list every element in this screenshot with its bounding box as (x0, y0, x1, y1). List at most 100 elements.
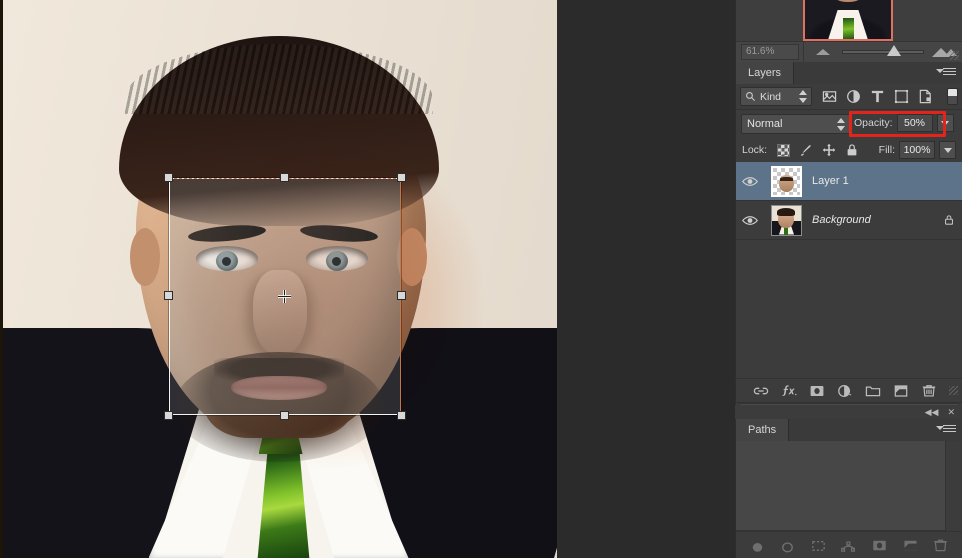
right-dock: 61.6% Layers Kind Normal Opacity: 50% Lo… (735, 0, 962, 558)
panel-menu-icon[interactable] (936, 425, 956, 435)
delete-path-icon[interactable] (932, 537, 949, 554)
opacity-group: Opacity: 50% (854, 114, 954, 132)
opacity-dropdown-chevron-down-icon[interactable] (936, 114, 954, 132)
eye-left (196, 246, 258, 271)
opacity-label: Opacity: (854, 117, 893, 129)
layer-visibility-toggle[interactable] (736, 176, 764, 187)
divider (803, 41, 804, 63)
opacity-field[interactable]: 50% (896, 114, 933, 132)
portrait-image (0, 0, 557, 558)
blend-mode-label: Normal (747, 118, 783, 130)
layer-row-layer-1[interactable]: Layer 1 (736, 162, 962, 201)
document-canvas[interactable] (0, 0, 557, 558)
tab-layers[interactable]: Layers (736, 62, 795, 84)
workspace (0, 0, 735, 558)
layer-name-label[interactable]: Layer 1 (808, 175, 936, 187)
link-layers-icon[interactable] (753, 383, 769, 399)
lock-row: Lock: Fill: 100% (736, 138, 962, 162)
filter-enable-toggle-icon[interactable] (947, 88, 958, 105)
background-lock-badge (936, 213, 962, 227)
add-layer-mask-icon[interactable] (871, 537, 888, 554)
zoom-slider-knob[interactable] (887, 45, 901, 56)
pixel-layer-filter-icon[interactable] (822, 89, 837, 104)
navigator-view-box[interactable] (803, 0, 893, 41)
navigator-controls: 61.6% (736, 41, 962, 63)
make-work-path-icon[interactable] (840, 537, 857, 554)
thumb-tie (784, 226, 788, 235)
layer-style-fx-icon[interactable] (781, 383, 797, 399)
type-layer-filter-icon[interactable] (870, 89, 885, 104)
menu-line (943, 425, 956, 426)
filter-kind-select[interactable]: Kind (740, 87, 812, 106)
adjustment-layer-filter-icon[interactable] (846, 89, 861, 104)
menu-line (943, 71, 956, 72)
layers-panel: Kind Normal Opacity: 50% Lock: Fill: 100… (735, 84, 962, 402)
lock-transparent-pixels-icon[interactable] (777, 143, 791, 157)
layer-visibility-toggle[interactable] (736, 215, 764, 226)
transparent-face-thumbnail (770, 165, 802, 197)
paths-panel (735, 441, 962, 558)
fill-label: Fill: (878, 144, 895, 156)
lock-position-icon[interactable] (822, 143, 836, 157)
smart-object-filter-icon[interactable] (918, 89, 933, 104)
hair (118, 36, 439, 226)
layer-name-label[interactable]: Background (808, 214, 936, 226)
new-layer-icon[interactable] (893, 383, 909, 399)
fill-field[interactable]: 100% (899, 141, 935, 159)
fill-group: Fill: 100% (879, 141, 956, 159)
layer-filter-row: Kind (736, 84, 962, 110)
blend-mode-select[interactable]: Normal (741, 114, 851, 134)
nose (252, 270, 307, 356)
iris-left (216, 251, 238, 271)
layer-thumbnail-cell[interactable] (764, 204, 808, 236)
navigator-preview[interactable] (736, 0, 962, 41)
load-path-as-selection-icon[interactable] (810, 537, 827, 554)
panel-menu-icon[interactable] (936, 68, 956, 78)
resize-grip-icon[interactable] (950, 51, 959, 60)
canvas-left-edge (0, 0, 3, 558)
new-path-icon[interactable] (902, 537, 919, 554)
paths-list[interactable] (736, 441, 945, 531)
delete-layer-icon[interactable] (921, 383, 937, 399)
add-layer-mask-icon[interactable] (809, 383, 825, 399)
eye-icon (742, 176, 758, 186)
collapse-to-icons-icon[interactable]: ◀◀ (925, 407, 939, 417)
mouth (230, 376, 327, 400)
filter-type-icons (822, 89, 933, 104)
stroke-path-icon[interactable] (779, 537, 796, 554)
shape-layer-filter-icon[interactable] (894, 89, 909, 104)
thumb-hair (777, 207, 795, 216)
new-adjustment-layer-icon[interactable] (837, 383, 853, 399)
zoom-slider[interactable] (842, 45, 924, 56)
filter-kind-label: Kind (760, 90, 782, 103)
layer-thumbnail-cell[interactable] (764, 165, 808, 197)
eye-right (306, 246, 368, 271)
iris-right (326, 251, 348, 271)
layers-tabbar: Layers (735, 62, 962, 84)
paths-tabbar: Paths (735, 419, 962, 441)
fill-dropdown-chevron-down-icon[interactable] (939, 141, 956, 159)
lock-icon (945, 215, 953, 225)
menu-line (943, 428, 956, 429)
resize-grip-icon[interactable] (949, 386, 958, 395)
navigator-panel: 61.6% (735, 0, 962, 63)
updown-arrows-icon[interactable] (837, 117, 845, 131)
thumbnail-face (779, 174, 794, 192)
lock-image-pixels-icon[interactable] (799, 143, 813, 157)
close-icon[interactable]: ✕ (947, 407, 955, 417)
new-group-icon[interactable] (865, 383, 881, 399)
photoshop-window: 61.6% Layers Kind Normal Opacity: 50% Lo… (0, 0, 962, 558)
layer-list: Layer 1 Background (736, 162, 962, 402)
ear-left (130, 228, 160, 286)
fill-path-icon[interactable] (749, 537, 766, 554)
dock-collapse-row: ◀◀ ✕ (735, 405, 962, 419)
layer-row-background[interactable]: Background (736, 201, 962, 240)
tabbar-empty-area (789, 419, 962, 441)
updown-arrows-icon[interactable] (799, 90, 807, 103)
menu-line (943, 68, 956, 69)
tab-paths[interactable]: Paths (736, 419, 790, 441)
zoom-level-field[interactable]: 61.6% (741, 44, 799, 60)
lock-all-icon[interactable] (845, 143, 859, 157)
zoom-out-icon[interactable] (816, 49, 830, 55)
paths-scrollbar[interactable] (945, 441, 962, 531)
